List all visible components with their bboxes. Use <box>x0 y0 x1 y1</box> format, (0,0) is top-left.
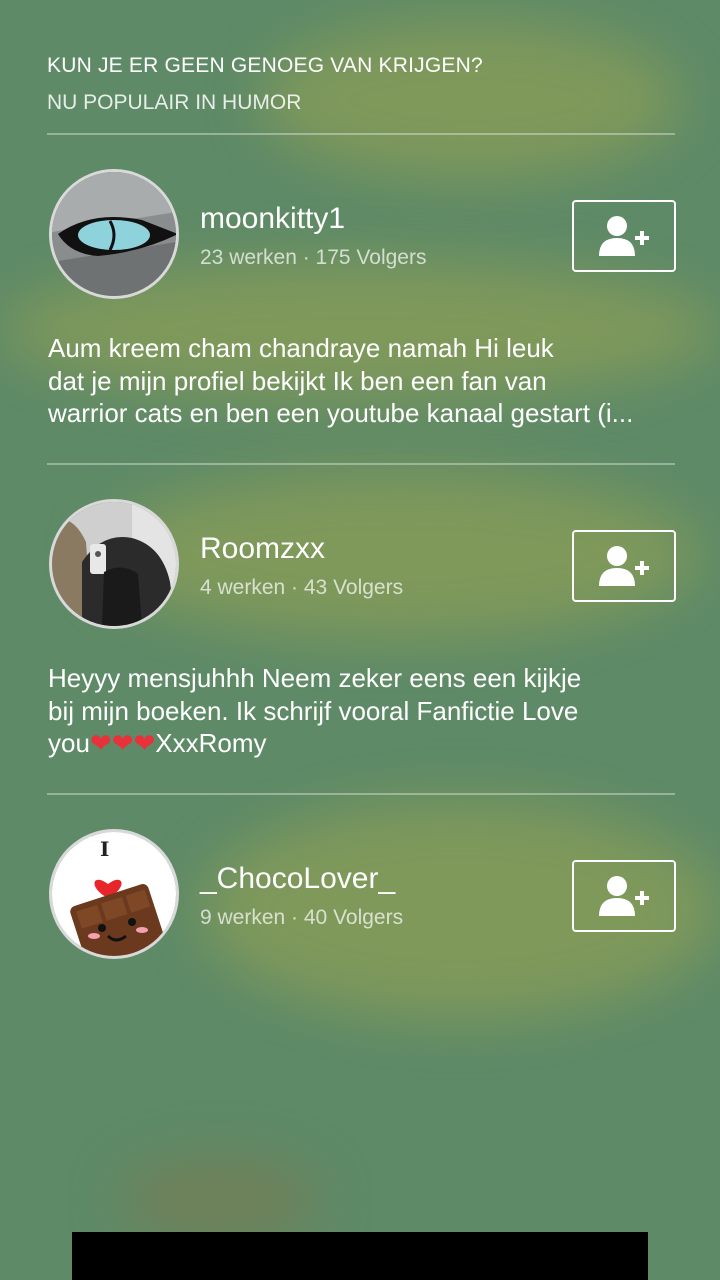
user-bio: Heyyy mensjuhhh Neem zeker eens een kijk… <box>48 663 582 758</box>
divider <box>47 793 675 795</box>
add-user-icon <box>599 216 649 256</box>
user-stats: 23 werken · 175 Volgers <box>200 246 427 269</box>
username[interactable]: moonkitty1 <box>200 202 345 236</box>
section-title: KUN JE ER GEEN GENOEG VAN KRIJGEN? <box>47 54 483 77</box>
section-subtitle: NU POPULAIR IN HUMOR <box>47 91 302 114</box>
avatar-letter: I <box>100 837 109 861</box>
follow-button[interactable] <box>572 530 676 602</box>
username[interactable]: _ChocoLover_ <box>200 862 395 896</box>
user-stats: 9 werken · 40 Volgers <box>200 906 404 929</box>
user-bio: Aum kreem cham chandraye namah Hi leuk d… <box>48 333 634 428</box>
selfie-photo-avatar[interactable] <box>49 499 179 629</box>
follow-button[interactable] <box>572 860 676 932</box>
cat-eye-avatar[interactable] <box>49 169 179 299</box>
divider <box>47 463 675 465</box>
add-user-icon <box>599 546 649 586</box>
follow-button[interactable] <box>572 200 676 272</box>
divider <box>47 133 675 135</box>
chocolate-heart-avatar[interactable]: I <box>49 829 179 959</box>
bottom-bar <box>72 1232 648 1280</box>
add-user-icon <box>599 876 649 916</box>
heart-emoji: ❤❤❤ <box>89 728 156 758</box>
username[interactable]: Roomzxx <box>200 532 325 566</box>
user-stats: 4 werken · 43 Volgers <box>200 576 404 599</box>
